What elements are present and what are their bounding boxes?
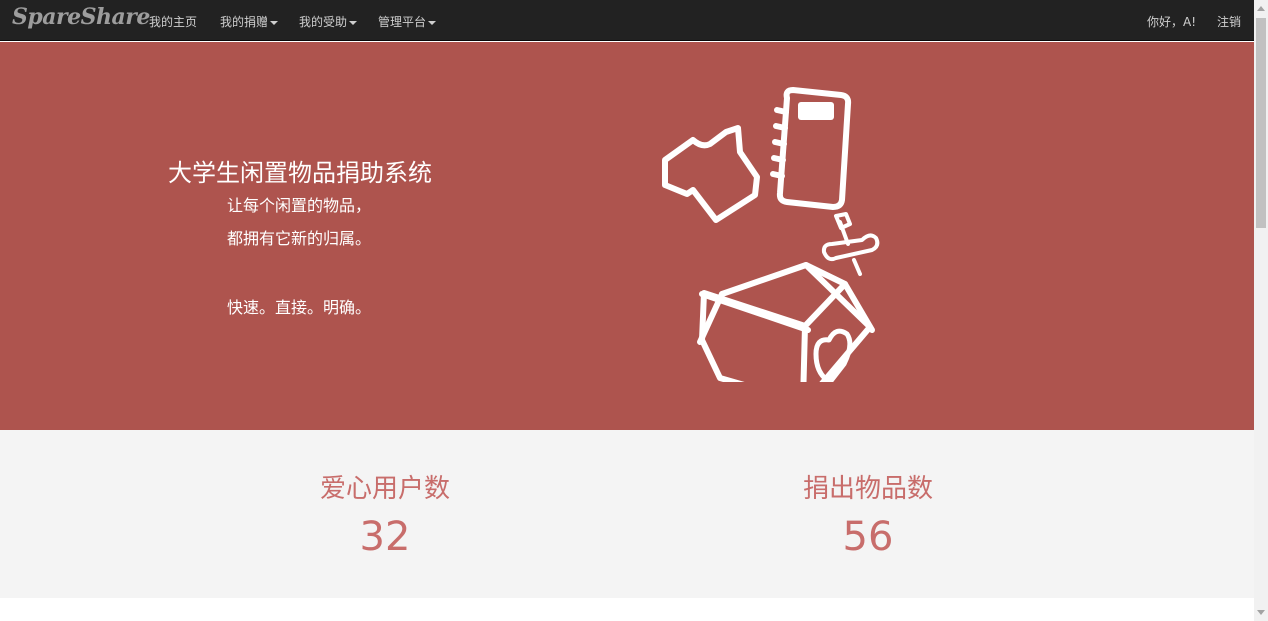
heart-box-icon <box>697 262 875 382</box>
nav-item-label: 管理平台 <box>378 15 427 29</box>
vertical-scrollbar[interactable] <box>1254 0 1268 621</box>
nav-item-label: 我的受助 <box>299 15 348 29</box>
nav-item-my-donations[interactable]: 我的捐赠 <box>220 13 279 30</box>
hero-tagline-3: 快速。直接。明确。 <box>227 298 372 317</box>
donation-illustration <box>662 87 880 382</box>
brand-logo[interactable]: SpareShare <box>12 4 150 30</box>
user-greeting[interactable]: 你好，A! <box>1147 13 1196 30</box>
tools-icon <box>821 212 880 276</box>
stat-label: 爱心用户数 <box>319 474 450 504</box>
nav-item-label: 我的主页 <box>149 15 198 29</box>
caret-down-icon <box>349 20 358 25</box>
page: SpareShare 我的主页 我的捐赠 我的受助 管理平台 你好，A! 注销 … <box>0 0 1254 621</box>
scroll-up-arrow-icon[interactable] <box>1257 6 1265 11</box>
caret-down-icon <box>270 20 279 25</box>
stat-value: 32 <box>359 514 411 560</box>
scrollbar-thumb[interactable] <box>1256 18 1266 228</box>
hero-banner: 大学生闲置物品捐助系统 让每个闲置的物品， 都拥有它新的归属。 快速。直接。明确… <box>0 42 1254 430</box>
logout-link[interactable]: 注销 <box>1217 13 1241 30</box>
stat-label: 捐出物品数 <box>802 474 933 504</box>
nav-item-label: 我的捐赠 <box>220 15 269 29</box>
shirt-icon <box>662 125 760 223</box>
hero-tagline-2: 都拥有它新的归属。 <box>227 229 372 248</box>
nav-item-my-received[interactable]: 我的受助 <box>299 13 358 30</box>
scroll-down-arrow-icon[interactable] <box>1257 610 1265 615</box>
stats-section: 爱心用户数 32 捐出物品数 56 <box>0 430 1254 598</box>
stat-value: 56 <box>842 514 894 560</box>
caret-down-icon <box>428 20 437 25</box>
hero-title: 大学生闲置物品捐助系统 <box>168 159 432 187</box>
top-navbar: SpareShare 我的主页 我的捐赠 我的受助 管理平台 你好，A! 注销 <box>0 0 1254 41</box>
nav-item-admin[interactable]: 管理平台 <box>378 13 437 30</box>
hero-tagline-1: 让每个闲置的物品， <box>227 196 372 215</box>
nav-item-home[interactable]: 我的主页 <box>149 13 197 30</box>
notebook-icon <box>770 87 852 210</box>
